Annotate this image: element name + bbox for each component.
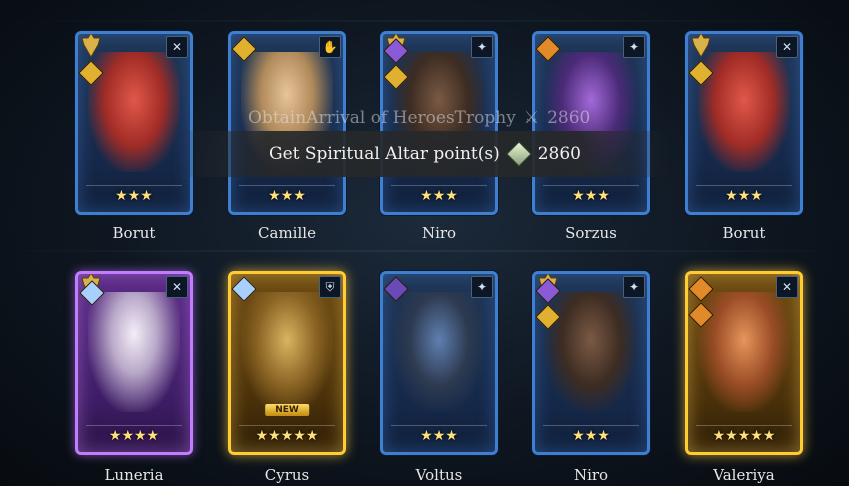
new-badge: NEW <box>265 404 309 416</box>
hero-portrait <box>698 292 790 412</box>
class-mage-icon: ✦ <box>471 36 493 58</box>
hero-name: Borut <box>722 224 766 242</box>
star-rating: ★★★ <box>86 185 182 206</box>
hero-portrait <box>393 292 485 412</box>
faction-emblem-icon <box>81 34 101 57</box>
notification-text: Get Spiritual Altar point(s) <box>269 144 500 164</box>
star-rating: ★★★ <box>391 425 487 446</box>
hero-portrait <box>241 292 333 412</box>
hero-portrait <box>698 52 790 172</box>
hero-name: Borut <box>112 224 156 242</box>
star-rating: ★★★ <box>543 425 639 446</box>
hero-card-voltus[interactable]: ✦ ★★★ <box>380 271 498 455</box>
notification-value: 2860 <box>537 144 581 164</box>
hero-card-borut[interactable]: ✕ ★★★ <box>75 31 193 215</box>
hero-name: Niro <box>421 224 457 242</box>
hero-name: Sorzus <box>565 224 617 242</box>
faction-emblem-icon <box>691 34 711 57</box>
hero-name: Luneria <box>104 466 164 484</box>
star-rating: ★★★ <box>543 185 639 206</box>
hero-name: Niro <box>573 466 609 484</box>
trophy-notification-faded: ObtainArrival of HeroesTrophy ⚔ 2860 <box>248 108 590 128</box>
hero-card-borut[interactable]: ✕ ★★★ <box>685 31 803 215</box>
class-mage-icon: ✦ <box>471 276 493 298</box>
hero-card-cyrus[interactable]: ⛨ NEW ★★★★★ <box>228 271 346 455</box>
class-defense-icon: ⛨ <box>319 276 341 298</box>
hero-name: Valeriya <box>713 466 775 484</box>
class-attack-icon: ✕ <box>166 276 188 298</box>
hero-portrait <box>88 292 180 412</box>
class-attack-icon: ✕ <box>166 36 188 58</box>
altar-points-notification: Get Spiritual Altar point(s) 2860 <box>180 131 670 177</box>
star-rating: ★★★★ <box>86 425 182 446</box>
hero-card-valeriya[interactable]: ✕ ★★★★★ <box>685 271 803 455</box>
hero-name: Camille <box>258 224 316 242</box>
hero-portrait <box>88 52 180 172</box>
ghost-text: ObtainArrival of HeroesTrophy <box>248 108 516 128</box>
star-rating: ★★★ <box>696 185 792 206</box>
hero-card-niro[interactable]: ✦ ★★★ <box>532 271 650 455</box>
class-support-icon: ✋ <box>319 36 341 58</box>
star-rating: ★★★★★ <box>239 425 335 446</box>
star-rating: ★★★★★ <box>696 425 792 446</box>
altar-crystal-icon <box>505 141 532 167</box>
class-mage-icon: ✦ <box>623 276 645 298</box>
hero-portrait <box>545 292 637 412</box>
trophy-icon: ⚔ <box>523 108 540 128</box>
hero-card-luneria[interactable]: ✕ ★★★★ <box>75 271 193 455</box>
hero-name: Cyrus <box>264 466 310 484</box>
class-mage-icon: ✦ <box>623 36 645 58</box>
star-rating: ★★★ <box>391 185 487 206</box>
class-attack-icon: ✕ <box>776 36 798 58</box>
star-rating: ★★★ <box>239 185 335 206</box>
class-attack-icon: ✕ <box>776 276 798 298</box>
ghost-value: 2860 <box>547 108 591 128</box>
hero-name: Voltus <box>415 466 463 484</box>
